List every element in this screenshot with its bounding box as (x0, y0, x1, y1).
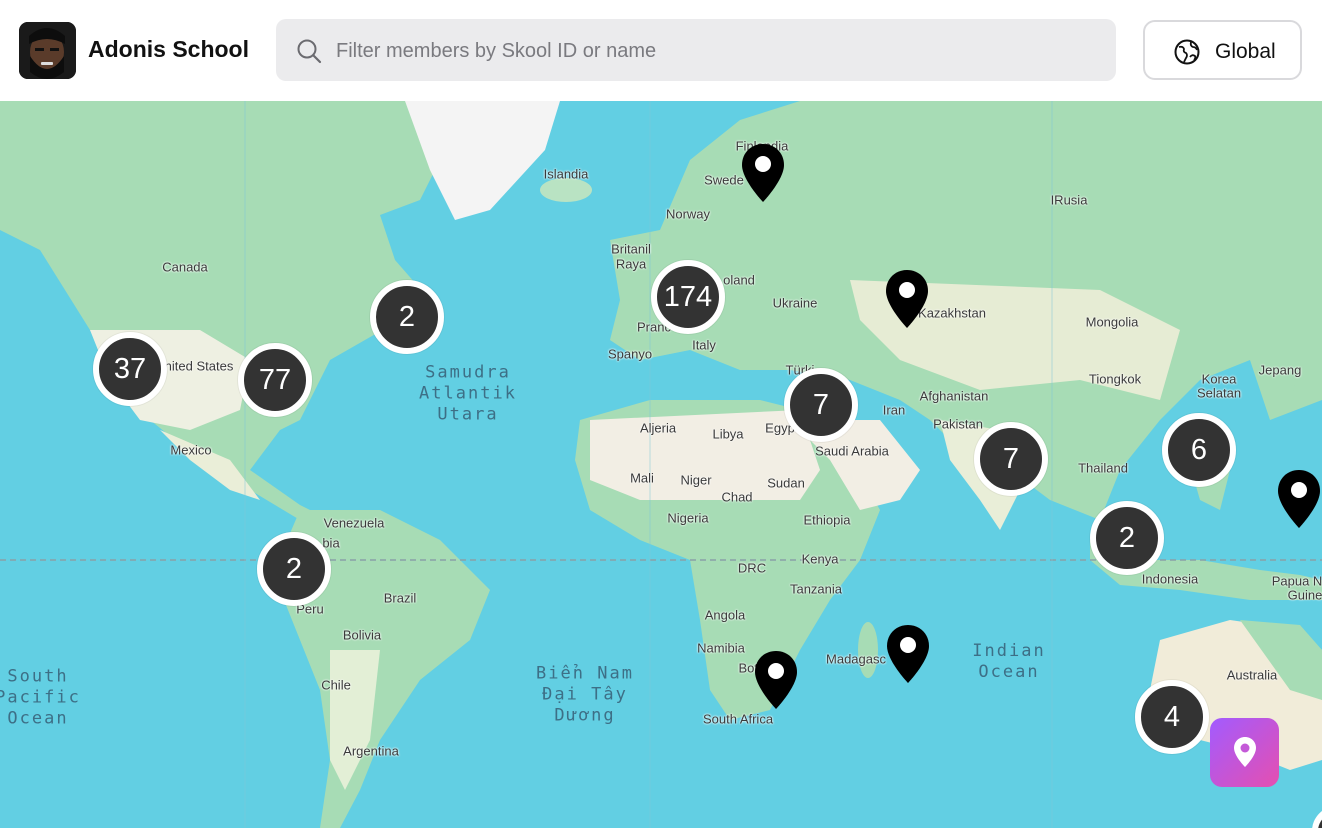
map-label: Afghanistan (919, 388, 989, 404)
member-cluster[interactable]: 2 (370, 280, 444, 354)
map-label: Brazil (383, 590, 417, 606)
member-cluster[interactable]: 37 (93, 332, 167, 406)
map-label: Mali (630, 470, 654, 486)
world-map[interactable]: IslandiaFinlandiaSwedeNorwayIRusiaBritan… (0, 101, 1322, 828)
ocean-label: Biển Nam Đại Tây Dương (536, 663, 634, 726)
map-label: Canada (162, 259, 208, 275)
map-label: Jepang (1258, 362, 1302, 378)
map-label: Swede (704, 172, 744, 188)
map-label: Pakistan (933, 416, 983, 432)
member-cluster[interactable]: 2 (1090, 501, 1164, 575)
avatar-logo[interactable] (19, 22, 76, 79)
map-label: Niger (680, 472, 712, 488)
search-box[interactable] (276, 19, 1116, 81)
map-label: Sudan (767, 475, 805, 491)
map-label: Indonesia (1141, 571, 1199, 587)
map-label: Thailand (1078, 460, 1128, 476)
map-label: Nigeria (667, 510, 709, 526)
location-pin-icon (1234, 737, 1256, 767)
map-label: Australia (1226, 667, 1278, 683)
global-label: Global (1215, 40, 1276, 63)
map-pin-icon (1278, 470, 1320, 528)
map-label: Ukraine (772, 295, 818, 311)
map-label: Selatan (1196, 385, 1242, 401)
member-cluster[interactable]: 2 (257, 532, 331, 606)
pin-kazakhstan[interactable] (884, 268, 930, 330)
map-label: Chad (721, 489, 753, 505)
map-label: oland (723, 272, 755, 288)
map-label: Islandia (543, 166, 589, 182)
map-label: Papua N (1271, 573, 1322, 589)
pin-madagascar[interactable] (885, 623, 931, 685)
map-label: Britanil (611, 241, 651, 257)
pin-sweden[interactable] (740, 142, 786, 204)
map-label: Argentina (343, 743, 399, 759)
pin-south-africa[interactable] (753, 649, 799, 711)
search-input[interactable] (334, 31, 1098, 71)
map-label: Chile (321, 677, 351, 693)
member-cluster[interactable]: 4 (1135, 680, 1209, 754)
map-label: Ethiopia (803, 512, 851, 528)
map-label: Raya (615, 256, 647, 272)
map-label: Korea (1201, 371, 1237, 387)
map-label: Kenya (801, 551, 839, 567)
map-pin-icon (742, 144, 784, 202)
global-button[interactable]: Global (1143, 20, 1302, 80)
member-cluster[interactable]: 174 (651, 260, 725, 334)
header: Adonis School Global (0, 0, 1322, 101)
ocean-label: Indian Ocean (972, 641, 1046, 682)
map-label: Tiongkok (1088, 371, 1142, 387)
map-label: Mexico (170, 442, 212, 458)
member-cluster[interactable]: 7 (784, 368, 858, 442)
map-label: Italy (692, 337, 716, 353)
map-label: Tanzania (789, 581, 843, 597)
map-label: Norway (665, 206, 711, 222)
ocean-label: Samudra Atlantik Utara (419, 362, 517, 425)
map-pin-icon (755, 651, 797, 709)
location-fab-button[interactable] (1210, 718, 1279, 787)
map-label: Aljeria (639, 420, 677, 436)
ocean-label: South Pacific Ocean (0, 666, 81, 729)
brand-name: Adonis School (88, 36, 249, 62)
search-icon (297, 39, 322, 64)
map-label: Namibia (697, 640, 745, 656)
map-label: DRC (737, 560, 767, 576)
member-cluster[interactable]: 7 (974, 422, 1048, 496)
member-cluster[interactable]: 6 (1162, 413, 1236, 487)
map-pin-icon (887, 625, 929, 683)
map-label: Iran (882, 402, 906, 418)
globe-icon (1174, 39, 1200, 65)
map-label: Saudi Arabia (815, 443, 889, 459)
member-cluster[interactable]: 77 (238, 343, 312, 417)
map-label: Madagasc (826, 651, 886, 667)
pin-pacific[interactable] (1276, 468, 1322, 530)
map-label: Guine (1287, 587, 1322, 603)
map-label: IRusia (1050, 192, 1088, 208)
map-label: nited States (164, 358, 234, 374)
map-label: Angola (704, 607, 746, 623)
map-label: Spanyo (607, 346, 653, 362)
map-label: Venezuela (323, 515, 385, 531)
map-label: Libya (712, 426, 744, 442)
map-pin-icon (886, 270, 928, 328)
map-label: Bolivia (342, 627, 382, 643)
map-label: Mongolia (1085, 314, 1139, 330)
map-label: South Africa (702, 711, 774, 727)
